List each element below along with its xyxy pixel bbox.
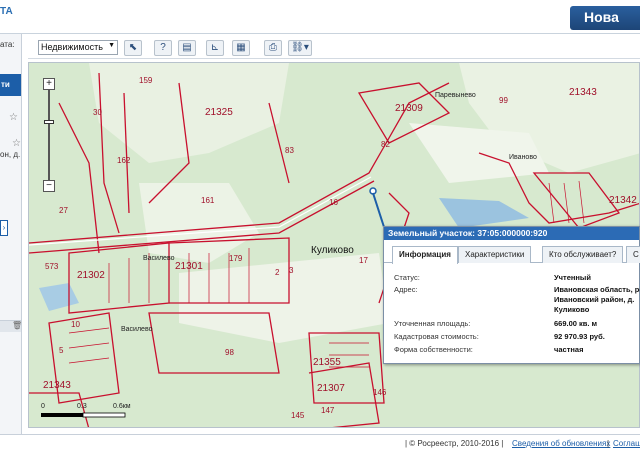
zoom-out-button[interactable]: − bbox=[43, 180, 55, 192]
parcel-number: 573 bbox=[45, 262, 59, 271]
row-label: Кадастровая стоимость: bbox=[394, 332, 479, 341]
parcel-number: 16 bbox=[329, 198, 338, 207]
parcel-info-popup: Земельный участок: 37:05:000000:920 Инфо… bbox=[383, 226, 640, 364]
row-value: частная bbox=[554, 345, 584, 354]
popup-tabs: Информация Характеристики Кто обслуживае… bbox=[384, 246, 640, 264]
identify-icon[interactable]: ? bbox=[154, 40, 172, 56]
page-footer: | © Росреестр, 2010-2016 | Сведения об о… bbox=[0, 434, 640, 454]
parcel-label: 21307 bbox=[317, 383, 345, 394]
parcel-number: 162 bbox=[117, 156, 131, 165]
parcel-label: 21325 bbox=[205, 107, 233, 118]
parcel-label: 21309 bbox=[395, 103, 423, 114]
logo-text: ТА bbox=[0, 6, 13, 17]
parcel-number: 99 bbox=[499, 96, 508, 105]
map-toolbar: Недвижимость ▼ ⬉ ? ▤ ⊾ ▦ ⎙ ⛓▾ bbox=[28, 37, 640, 59]
parcel-number: 82 bbox=[381, 140, 390, 149]
zoom-slider-handle[interactable] bbox=[44, 120, 54, 124]
footer-separator: | bbox=[607, 439, 610, 448]
pointer-icon[interactable]: ⬉ bbox=[124, 40, 142, 56]
parcel-number: 3 bbox=[289, 266, 294, 275]
new-button[interactable]: Нова bbox=[570, 6, 640, 30]
parcel-number: 83 bbox=[285, 146, 294, 155]
row-label: Уточненная площадь: bbox=[394, 319, 471, 328]
row-value: 92 970.93 руб. bbox=[554, 332, 605, 341]
book-icon[interactable]: ▤ bbox=[178, 40, 196, 56]
parcel-number: 145 bbox=[291, 411, 305, 420]
parcel-number: 159 bbox=[139, 76, 153, 85]
measure-icon[interactable]: ⊾ bbox=[206, 40, 224, 56]
print-icon[interactable]: ⎙ bbox=[264, 40, 282, 56]
address-snippet: он, д. bbox=[0, 150, 21, 159]
parcel-number: 146 bbox=[373, 388, 387, 397]
layer-select[interactable]: Недвижимость ▼ bbox=[38, 40, 118, 55]
parcel-number: 5 bbox=[59, 346, 64, 355]
row-label: Форма собственности: bbox=[394, 345, 473, 354]
trash-icon[interactable]: 🗑 bbox=[12, 321, 21, 330]
date-label: ата: bbox=[0, 40, 15, 49]
village-label: Паревынево bbox=[435, 92, 476, 99]
scale-label-mid: 0.3 bbox=[77, 403, 87, 410]
parcel-label: 21343 bbox=[569, 87, 597, 98]
parcel-number: 27 bbox=[59, 206, 68, 215]
village-label: Василево bbox=[121, 326, 153, 333]
tab-characteristics[interactable]: Характеристики bbox=[458, 246, 532, 263]
parcel-number: 161 bbox=[201, 196, 215, 205]
scale-label-zero: 0 bbox=[41, 403, 45, 410]
zoom-in-button[interactable]: + bbox=[43, 78, 55, 90]
parcel-number: 30 bbox=[93, 108, 102, 117]
row-value: Учтенный bbox=[554, 273, 591, 282]
row-value: Ивановская область, р-н bbox=[554, 285, 640, 294]
tab-who-serves[interactable]: Кто обслуживает? bbox=[542, 246, 624, 263]
row-value: Ивановский район, д. bbox=[554, 295, 635, 304]
collapse-arrow-icon[interactable]: › bbox=[0, 220, 8, 236]
layer-select-value: Недвижимость bbox=[41, 42, 103, 52]
parcel-label: 21355 bbox=[313, 357, 341, 368]
star-icon[interactable]: ☆ bbox=[12, 138, 21, 149]
parcel-number: 2 bbox=[275, 268, 280, 277]
row-value: Куликово bbox=[554, 305, 590, 314]
scale-bar: 0 0.3 0.6км bbox=[41, 403, 141, 419]
parcel-number: 10 bbox=[71, 320, 80, 329]
copyright-text: | © Росреестр, 2010-2016 | bbox=[405, 439, 504, 448]
parcel-number: 17 bbox=[359, 256, 368, 265]
left-panel: ата: ти ☆ ☆ он, д. › 🗑 bbox=[0, 34, 22, 434]
parcel-label: 21342 bbox=[609, 195, 637, 206]
zoom-slider[interactable] bbox=[44, 90, 54, 180]
row-value: 669.00 кв. м bbox=[554, 319, 598, 328]
row-label: Статус: bbox=[394, 273, 420, 282]
tab-information[interactable]: Информация bbox=[392, 246, 458, 264]
tab-more[interactable]: С bbox=[626, 246, 640, 263]
parcel-number: 179 bbox=[229, 254, 243, 263]
village-label: Василево bbox=[143, 255, 175, 262]
parcel-label: 21302 bbox=[77, 270, 105, 281]
popup-title: Земельный участок: 37:05:000000:920 bbox=[384, 227, 639, 240]
scale-label-end: 0.6км bbox=[113, 403, 131, 410]
zoom-control: + − bbox=[43, 78, 55, 192]
star-icon[interactable]: ☆ bbox=[9, 112, 18, 123]
layers-icon[interactable]: ▦ bbox=[232, 40, 250, 56]
village-label: Куликово bbox=[311, 245, 354, 256]
parcel-number: 98 bbox=[225, 348, 234, 357]
chevron-down-icon: ▼ bbox=[108, 42, 115, 49]
search-button[interactable]: ти bbox=[0, 74, 21, 96]
parcel-label: 21343 bbox=[43, 380, 71, 391]
village-label: Иваново bbox=[509, 154, 537, 161]
row-label: Адрес: bbox=[394, 285, 418, 294]
parcel-number: 147 bbox=[321, 406, 335, 415]
app-header: ТА Нова bbox=[0, 0, 640, 34]
link-icon[interactable]: ⛓▾ bbox=[288, 40, 312, 56]
updates-link[interactable]: Сведения об обновлениях bbox=[512, 439, 610, 448]
parcel-label: 21301 bbox=[175, 261, 203, 272]
agreement-link[interactable]: Соглаш bbox=[613, 439, 640, 448]
